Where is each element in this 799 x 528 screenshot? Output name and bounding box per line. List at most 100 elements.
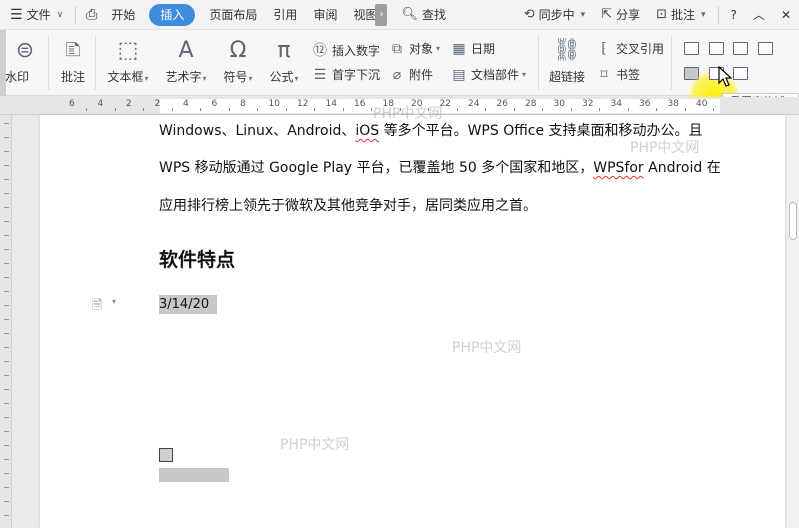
- comment-menu-label: 批注: [671, 8, 696, 22]
- symbol-button[interactable]: Ω 符号▾: [220, 36, 256, 85]
- ruler-tick: [599, 108, 601, 111]
- ruler-tick: [4, 417, 9, 418]
- formula-button[interactable]: π 公式▾: [266, 36, 302, 85]
- protect-form-button[interactable]: [733, 67, 748, 80]
- line1-text-a: Windows、Linux、Android、: [159, 123, 356, 139]
- docparts-button[interactable]: ▤ 文档部件 ▾: [450, 66, 526, 83]
- ruler-tick: [513, 108, 515, 111]
- document-page[interactable]: Windows、Linux、Android、iOS 等多个平台。WPS Offi…: [40, 106, 785, 528]
- form-field-options-button[interactable]: [758, 42, 773, 55]
- chevron-down-icon: ▾: [522, 70, 527, 79]
- ruler-tick: [200, 108, 202, 111]
- text-form-field-button[interactable]: [684, 42, 699, 55]
- tab-insert[interactable]: 插入: [149, 3, 196, 26]
- insert-number-button[interactable]: ⑫ 插入数字: [311, 40, 380, 60]
- vertical-ruler[interactable]: [0, 115, 12, 528]
- file-menu[interactable]: ☰ 文件 ∨: [0, 4, 71, 26]
- docparts-icon: ▤: [452, 66, 466, 83]
- textbox-button[interactable]: ⬚ 文本框▾: [104, 36, 152, 85]
- attachment-button[interactable]: ⌀ 附件: [388, 66, 433, 83]
- help-icon: ?: [730, 7, 737, 22]
- ruler-tick: [4, 459, 9, 460]
- ribbon: ⊜ 水印▾ 🗈 批注 ⬚ 文本框▾ A 艺术字▾ Ω 符号▾ π 公式▾ ⑫ 插…: [0, 30, 799, 122]
- ruler-tick: [342, 108, 344, 111]
- date-label: 日期: [471, 42, 496, 56]
- more-tabs-button[interactable]: ›: [375, 3, 388, 26]
- ruler-number: 38: [667, 99, 679, 109]
- ruler-tick: [4, 319, 9, 320]
- formula-label-text: 公式: [269, 70, 294, 84]
- vertical-scrollbar[interactable]: [787, 115, 799, 528]
- tab-references[interactable]: 引用: [265, 4, 305, 26]
- tab-review[interactable]: 审阅: [305, 4, 345, 26]
- wordart-icon: A: [178, 38, 194, 63]
- menu-bar: ☰ 文件 ∨ ⎙ 开始 插入 页面布局 引用 审阅 视图 › 🔍︎ 查找 ⟲ 同…: [0, 0, 799, 30]
- ruler-tick: [4, 193, 9, 194]
- menu-right-group: ⟲ 同步中 ▾ ⇱ 分享 ⊡ 批注 ▾ ? ︿ ✕: [516, 4, 799, 26]
- hyperlink-button[interactable]: ⛓ 超链接: [546, 36, 588, 85]
- sync-label: 同步中: [538, 8, 575, 22]
- number-icon: ⑫: [313, 43, 327, 59]
- tab-home[interactable]: 开始: [103, 4, 143, 26]
- collapse-ribbon-icon: ︿: [752, 8, 765, 22]
- ruler-number: 10: [268, 99, 280, 109]
- checkbox-form-field[interactable]: [159, 448, 173, 462]
- text-form-field[interactable]: [159, 468, 229, 482]
- ruler-tick: [4, 403, 9, 404]
- ruler-tick: [4, 179, 9, 180]
- watermark-label-text: 水印: [5, 70, 30, 84]
- ruler-number: 40: [696, 99, 708, 109]
- ruler-tick: [4, 165, 9, 166]
- textbox-label-text: 文本框: [107, 70, 144, 84]
- document-icon[interactable]: 🗎: [92, 296, 102, 318]
- ruler-tick: [4, 235, 9, 236]
- docparts-label: 文档部件: [471, 68, 520, 82]
- sync-button[interactable]: ⟲ 同步中 ▾: [516, 4, 593, 26]
- bookmark-button[interactable]: ⌑ 书签: [595, 66, 640, 83]
- ruler-tick: [4, 347, 9, 348]
- comment-menu-button[interactable]: ⊡ 批注 ▾: [648, 4, 713, 26]
- chevron-right-icon: ›: [379, 9, 384, 20]
- ruler-tick: [4, 361, 9, 362]
- dropcap-button[interactable]: ☰ 首字下沉: [311, 66, 380, 83]
- watermark-icon: ⊜: [15, 38, 35, 63]
- date-button[interactable]: ▦ 日期: [450, 40, 495, 57]
- ruler-tick: [627, 108, 629, 111]
- watermark-button[interactable]: ⊜ 水印▾: [1, 36, 42, 85]
- dropdown-form-field-button[interactable]: [733, 42, 748, 55]
- calendar-icon: ▦: [452, 40, 466, 57]
- ruler-number: 34: [610, 99, 622, 109]
- attachment-label: 附件: [409, 68, 434, 82]
- save-button[interactable]: ⎙: [80, 4, 103, 26]
- sync-icon: ⟲: [523, 7, 535, 22]
- hyperlink-label: 超链接: [548, 70, 585, 84]
- checkbox-form-field-button[interactable]: [709, 42, 724, 55]
- search-button[interactable]: 🔍︎ 查找: [393, 4, 454, 26]
- wordart-label-text: 艺术字: [165, 70, 202, 84]
- chevron-down-icon: ∨: [56, 9, 64, 20]
- ruler-tick: [4, 515, 9, 516]
- help-button[interactable]: ?: [723, 4, 745, 26]
- share-button[interactable]: ⇱ 分享: [593, 4, 648, 26]
- crossref-button[interactable]: ⁅ 交叉引用: [595, 40, 664, 57]
- textbox-label: 文本框▾: [107, 68, 148, 85]
- chevron-down-icon[interactable]: ▾: [112, 297, 116, 306]
- ruler-tick: [4, 137, 9, 138]
- collapse-ribbon-button[interactable]: ︿: [745, 4, 773, 26]
- link-icon: ⛓: [553, 38, 581, 63]
- pi-icon: π: [277, 38, 291, 63]
- ribbon-scroll-left[interactable]: [0, 30, 6, 96]
- menu-separator: [717, 5, 719, 24]
- date-form-field[interactable]: 3/14/20: [159, 295, 218, 314]
- close-button[interactable]: ✕: [773, 4, 799, 26]
- object-button[interactable]: ⧉ 对象 ▾: [388, 40, 440, 57]
- comment-button[interactable]: 🗈 批注: [57, 36, 89, 85]
- scrollbar-thumb[interactable]: [789, 202, 797, 240]
- spelling-error-ios: iOS: [355, 123, 380, 139]
- section-heading: 软件特点: [159, 249, 236, 271]
- tab-view[interactable]: 视图: [345, 4, 375, 26]
- wordart-button[interactable]: A 艺术字▾: [162, 36, 210, 85]
- chevron-down-icon: ▾: [580, 9, 586, 20]
- tab-page-layout[interactable]: 页面布局: [201, 4, 265, 26]
- ruler-number: 6: [211, 99, 218, 109]
